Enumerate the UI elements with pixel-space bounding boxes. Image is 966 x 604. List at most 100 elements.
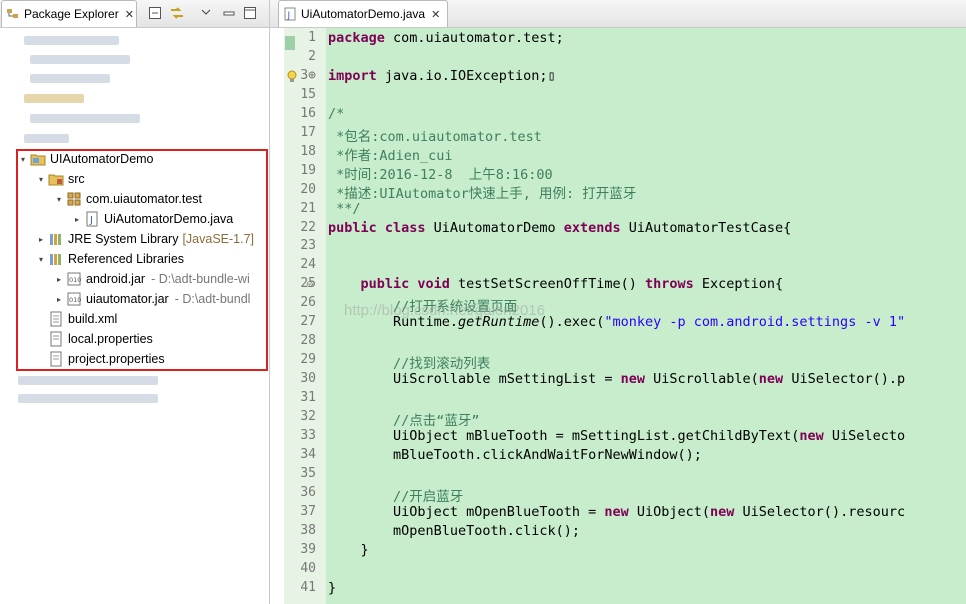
warning-lightbulb-icon[interactable] (286, 70, 298, 87)
code-token: new (799, 427, 824, 444)
code-line: /* (328, 106, 344, 122)
line-number: 16 (300, 105, 316, 121)
code-line: //点击“蓝牙” (328, 409, 480, 429)
code-token: //开启蓝牙 (328, 488, 464, 505)
code-token: UiScrollable mSettingList = (328, 371, 621, 388)
package-explorer-icon (6, 7, 20, 21)
tab-uiautomatordemo-java[interactable]: J UiAutomatorDemo.java ✕ (278, 0, 448, 27)
code-token: *时间:2016-12-8 上午8:16:00 (328, 166, 553, 183)
tab-package-explorer[interactable]: Package Explorer ✕ (1, 0, 137, 27)
code-token: } (328, 579, 337, 596)
fold-toggle-icon[interactable]: ⊖ (306, 280, 314, 290)
code-line: } (328, 542, 369, 558)
code-token: new (758, 371, 784, 388)
maximize-icon[interactable] (243, 6, 257, 20)
code-token: import (328, 67, 385, 84)
code-token: /* (328, 105, 345, 122)
highlight-box (16, 149, 268, 371)
line-number: 27 (300, 314, 316, 330)
line-number: 30 (300, 371, 316, 387)
package-explorer-tabbar: Package Explorer ✕ (0, 0, 269, 28)
code-token: ().exec( (539, 314, 605, 331)
code-token: UiObject mOpenBlueTooth = (328, 503, 605, 520)
code-token: UiObject mBlueTooth = mSettingList.getCh… (328, 427, 800, 444)
link-with-editor-icon[interactable] (169, 6, 183, 20)
code-token: com.uiautomator.test; (393, 30, 564, 46)
code-line: import java.io.IOException;▯ (328, 68, 556, 84)
code-line: public void testSetScreenOffTime() throw… (328, 276, 784, 293)
line-number: 36 (300, 484, 316, 500)
code-token: UiSelector().p (783, 371, 906, 388)
code-token: package (328, 30, 394, 46)
code-token: UiSelector().resourc (734, 503, 906, 520)
code-line: } (328, 580, 336, 596)
editor-tabbar: J UiAutomatorDemo.java ✕ (270, 0, 966, 28)
close-icon[interactable]: ✕ (431, 8, 440, 21)
code-token: public void (360, 276, 450, 293)
code-token: *描述:UIAutomator快速上手, 用例: 打开蓝牙 (328, 185, 637, 202)
code-token: UiScrollable( (645, 371, 759, 388)
code-token: testSetScreenOffTime() (449, 276, 645, 293)
code-line: public class UiAutomatorDemo extends UiA… (328, 220, 791, 236)
line-number: 40 (300, 560, 316, 576)
code-token: UiAutomatorDemo (425, 219, 564, 236)
line-number: 2 (308, 48, 316, 64)
package-explorer-view: Package Explorer ✕ ▾ UIAutomatorDemo ▾ src ▾… (0, 0, 270, 604)
minimize-icon[interactable] (222, 6, 236, 20)
code-token: new (710, 503, 735, 520)
line-number: 41 (300, 579, 316, 595)
code-token: new (604, 503, 629, 520)
line-number: 38 (300, 522, 316, 538)
code-token: *作者:Adien_cui (328, 147, 453, 164)
line-number: 31 (300, 390, 316, 406)
tab-label: UiAutomatorDemo.java (301, 7, 426, 21)
line-number: 33 (300, 427, 316, 443)
code-token: UiAutomatorTestCase{ (620, 219, 792, 236)
line-number: 26 (300, 295, 316, 311)
code-token: } (328, 541, 369, 558)
line-number: 21 (300, 200, 316, 216)
code-token: java.io.IOException;▯ (384, 67, 556, 84)
code-token: throws (645, 276, 694, 293)
line-number: 15 (300, 86, 316, 102)
current-line-marker (285, 36, 295, 50)
code-token: mOpenBlueTooth.click(); (328, 522, 580, 539)
code-line: UiScrollable mSettingList = new UiScroll… (328, 371, 905, 387)
code-line: //开启蓝牙 (328, 485, 463, 505)
line-number: 39 (300, 541, 316, 557)
close-icon[interactable]: ✕ (125, 8, 134, 21)
code-line: **/ (328, 200, 361, 217)
line-number: 20 (300, 181, 316, 197)
line-number: 17 (300, 124, 316, 140)
code-line: mBlueTooth.clickAndWaitForNewWindow(); (328, 447, 702, 463)
code-line: *时间:2016-12-8 上午8:16:00 (328, 163, 553, 183)
code-token: UiObject( (628, 503, 711, 520)
tab-label: Package Explorer (24, 7, 119, 21)
code-line: *包名:com.uiautomator.test (328, 125, 542, 145)
code-line: *作者:Adien_cui (328, 144, 453, 164)
view-menu-icon[interactable] (200, 6, 214, 20)
annotation-ruler (270, 28, 284, 604)
java-file-icon: J (283, 7, 297, 21)
line-number: 29 (300, 352, 316, 368)
line-number: 34 (300, 446, 316, 462)
code-token: Exception{ (693, 276, 784, 293)
code-token: //点击“蓝牙” (328, 413, 480, 429)
line-number: 18 (300, 143, 316, 159)
line-number: 23 (300, 238, 316, 254)
line-number: 24 (300, 257, 316, 273)
code-line: mOpenBlueTooth.click(); (328, 523, 580, 539)
code-line: UiObject mOpenBlueTooth = new UiObject(n… (328, 504, 905, 520)
code-line: //找到滚动列表 (328, 352, 490, 372)
line-number: 22 (300, 219, 316, 235)
code-line: *描述:UIAutomator快速上手, 用例: 打开蓝牙 (328, 182, 636, 202)
code-token: extends (563, 219, 621, 236)
collapse-all-icon[interactable] (148, 6, 162, 20)
code-token: **/ (328, 200, 361, 217)
code-token: public class (328, 219, 426, 236)
line-number: 32 (300, 409, 316, 424)
svg-text:J: J (287, 11, 291, 21)
code-token: UiSelecto (823, 427, 906, 444)
code-token: *包名:com.uiautomator.test (328, 128, 542, 145)
